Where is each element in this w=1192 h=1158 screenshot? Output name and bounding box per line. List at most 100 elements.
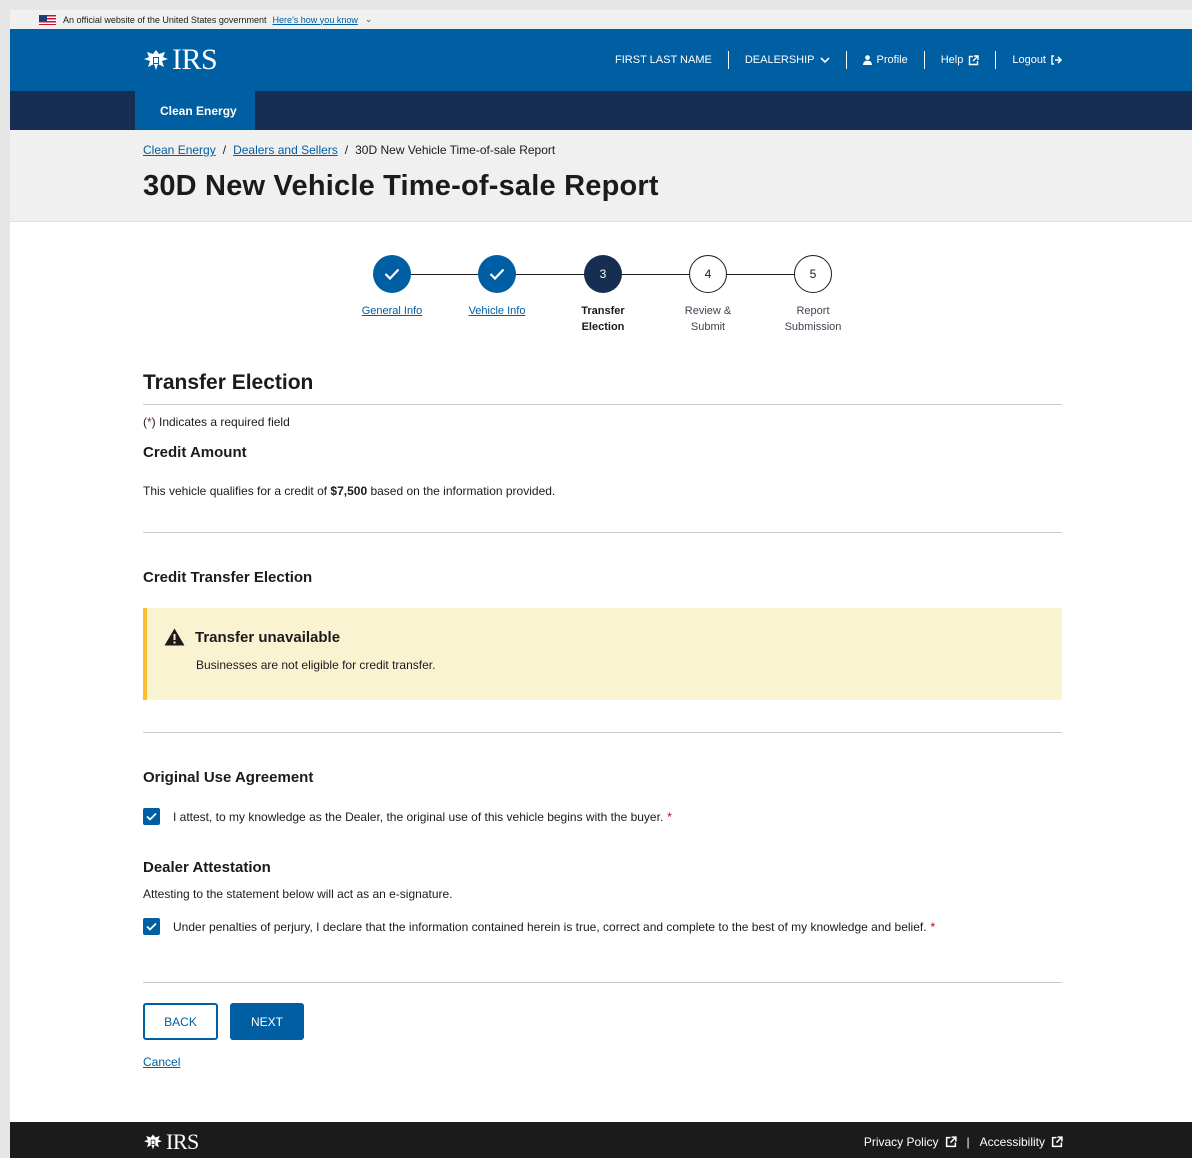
credit-amount-heading: Credit Amount xyxy=(143,444,247,461)
divider xyxy=(143,532,1062,533)
dealer-attestation-description: Attesting to the statement below will ac… xyxy=(143,887,453,901)
check-icon xyxy=(373,255,411,293)
transfer-unavailable-alert: Transfer unavailable Businesses are not … xyxy=(143,608,1062,700)
footer-separator: | xyxy=(966,1135,970,1149)
required-suffix: ) Indicates a required field xyxy=(151,415,290,429)
step-general-info[interactable]: General Info xyxy=(352,255,432,319)
step-label: Report Submission xyxy=(773,303,853,335)
logout-link[interactable]: Logout xyxy=(1012,54,1062,66)
credit-text-before: This vehicle qualifies for a credit of xyxy=(143,484,331,498)
breadcrumb-dealers-sellers[interactable]: Dealers and Sellers xyxy=(233,143,338,157)
form-actions: BACK NEXT xyxy=(143,1003,1062,1040)
section-title: Transfer Election xyxy=(143,371,314,394)
step-number: 5 xyxy=(794,255,832,293)
step-label-line: Submission xyxy=(784,321,842,333)
dealership-menu[interactable]: DEALERSHIP xyxy=(745,54,830,66)
gov-banner: An official website of the United States… xyxy=(10,10,1192,29)
nav-divider xyxy=(923,51,925,69)
nav-divider xyxy=(845,51,847,69)
gov-banner-text: An official website of the United States… xyxy=(63,14,267,25)
irs-logo[interactable]: IRS xyxy=(143,43,218,77)
tab-clean-energy[interactable]: Clean Energy xyxy=(135,91,255,130)
step-vehicle-info[interactable]: Vehicle Info xyxy=(457,255,537,319)
alert-heading: Transfer unavailable xyxy=(164,628,1062,646)
back-button[interactable]: BACK xyxy=(143,1003,218,1040)
warning-icon xyxy=(164,628,185,646)
irs-footer-logo[interactable]: IRS xyxy=(143,1129,199,1155)
us-flag-icon xyxy=(39,14,56,25)
eagle-icon xyxy=(143,48,169,72)
step-indicator: General Info Vehicle Info 3 Transfer Ele… xyxy=(10,222,1192,352)
check-icon xyxy=(146,812,157,821)
original-use-checkbox-row[interactable]: I attest, to my knowledge as the Dealer,… xyxy=(143,808,1062,825)
step-number: 4 xyxy=(689,255,727,293)
step-report-submission: 5 Report Submission xyxy=(773,255,853,335)
chevron-down-icon xyxy=(819,56,830,63)
step-transfer-election: 3 Transfer Election xyxy=(563,255,643,335)
transfer-election-form: Transfer Election (*) Indicates a requir… xyxy=(143,371,1062,1071)
check-icon xyxy=(478,255,516,293)
person-icon xyxy=(862,55,872,65)
user-name: FIRST LAST NAME xyxy=(615,54,712,66)
footer-logo-text: IRS xyxy=(166,1129,199,1154)
step-label: Review & Submit xyxy=(668,303,748,335)
breadcrumb-current: 30D New Vehicle Time-of-sale Report xyxy=(355,143,556,157)
site-footer: IRS Privacy Policy | Accessibility xyxy=(10,1122,1192,1158)
help-link[interactable]: Help xyxy=(941,54,980,66)
breadcrumb-clean-energy[interactable]: Clean Energy xyxy=(143,143,216,157)
sub-navigation: Clean Energy xyxy=(10,91,1192,130)
original-use-label: I attest, to my knowledge as the Dealer,… xyxy=(173,809,664,824)
required-star: * xyxy=(667,809,672,824)
privacy-policy-link[interactable]: Privacy Policy xyxy=(864,1135,939,1149)
profile-link[interactable]: Profile xyxy=(862,54,908,66)
logo-text: IRS xyxy=(172,43,218,76)
credit-text-after: based on the information provided. xyxy=(367,484,556,498)
dealership-label: DEALERSHIP xyxy=(744,54,815,66)
accessibility-link[interactable]: Accessibility xyxy=(980,1135,1045,1149)
site-header: IRS FIRST LAST NAME DEALERSHIP Profile H… xyxy=(10,29,1192,91)
required-star: * xyxy=(930,919,936,934)
breadcrumb-separator: / xyxy=(344,143,349,157)
required-field-note: (*) Indicates a required field xyxy=(143,415,1062,429)
external-link-icon xyxy=(945,1136,957,1148)
divider xyxy=(143,404,1062,405)
step-label[interactable]: Vehicle Info xyxy=(457,303,537,319)
breadcrumb-separator: / xyxy=(222,143,227,157)
original-use-checkbox[interactable] xyxy=(143,808,160,825)
help-label: Help xyxy=(940,54,964,66)
step-label-line: Election xyxy=(581,321,625,333)
title-band: Clean Energy / Dealers and Sellers / 30D… xyxy=(10,130,1192,222)
alert-body: Businesses are not eligible for credit t… xyxy=(196,658,436,672)
external-link-icon xyxy=(969,54,980,65)
dealer-attestation-label: Under penalties of perjury, I declare th… xyxy=(173,919,927,934)
step-label-line: Report xyxy=(796,305,830,317)
breadcrumb: Clean Energy / Dealers and Sellers / 30D… xyxy=(143,143,1192,157)
credit-amount-value: $7,500 xyxy=(330,484,368,498)
chevron-down-icon[interactable]: ⌄ xyxy=(365,14,373,25)
credit-amount-text: This vehicle qualifies for a credit of $… xyxy=(143,484,1062,498)
header-nav: FIRST LAST NAME DEALERSHIP Profile Help … xyxy=(615,51,1062,69)
credit-transfer-heading: Credit Transfer Election xyxy=(143,569,313,586)
dealer-attestation-checkbox-row[interactable]: Under penalties of perjury, I declare th… xyxy=(143,918,1062,935)
step-label: Transfer Election xyxy=(563,303,643,335)
page-title: 30D New Vehicle Time-of-sale Report xyxy=(143,170,659,202)
eagle-icon xyxy=(143,1133,163,1151)
alert-title: Transfer unavailable xyxy=(195,628,341,646)
step-label[interactable]: General Info xyxy=(352,303,432,319)
gov-banner-link[interactable]: Here’s how you know xyxy=(272,15,357,25)
dealer-attestation-heading: Dealer Attestation xyxy=(143,859,271,876)
dealer-attestation-checkbox[interactable] xyxy=(143,918,160,935)
nav-divider xyxy=(727,51,729,69)
original-use-heading: Original Use Agreement xyxy=(143,769,314,786)
logout-label: Logout xyxy=(1012,54,1046,66)
cancel-link[interactable]: Cancel xyxy=(143,1055,180,1069)
next-button[interactable]: NEXT xyxy=(230,1003,304,1040)
logout-icon xyxy=(1051,55,1062,65)
step-label-line: Submit xyxy=(690,321,726,333)
page: An official website of the United States… xyxy=(10,10,1192,1158)
profile-label: Profile xyxy=(876,54,908,66)
divider xyxy=(143,732,1062,733)
step-label-line: Review & xyxy=(684,305,732,317)
step-number: 3 xyxy=(584,255,622,293)
check-icon xyxy=(146,922,157,931)
